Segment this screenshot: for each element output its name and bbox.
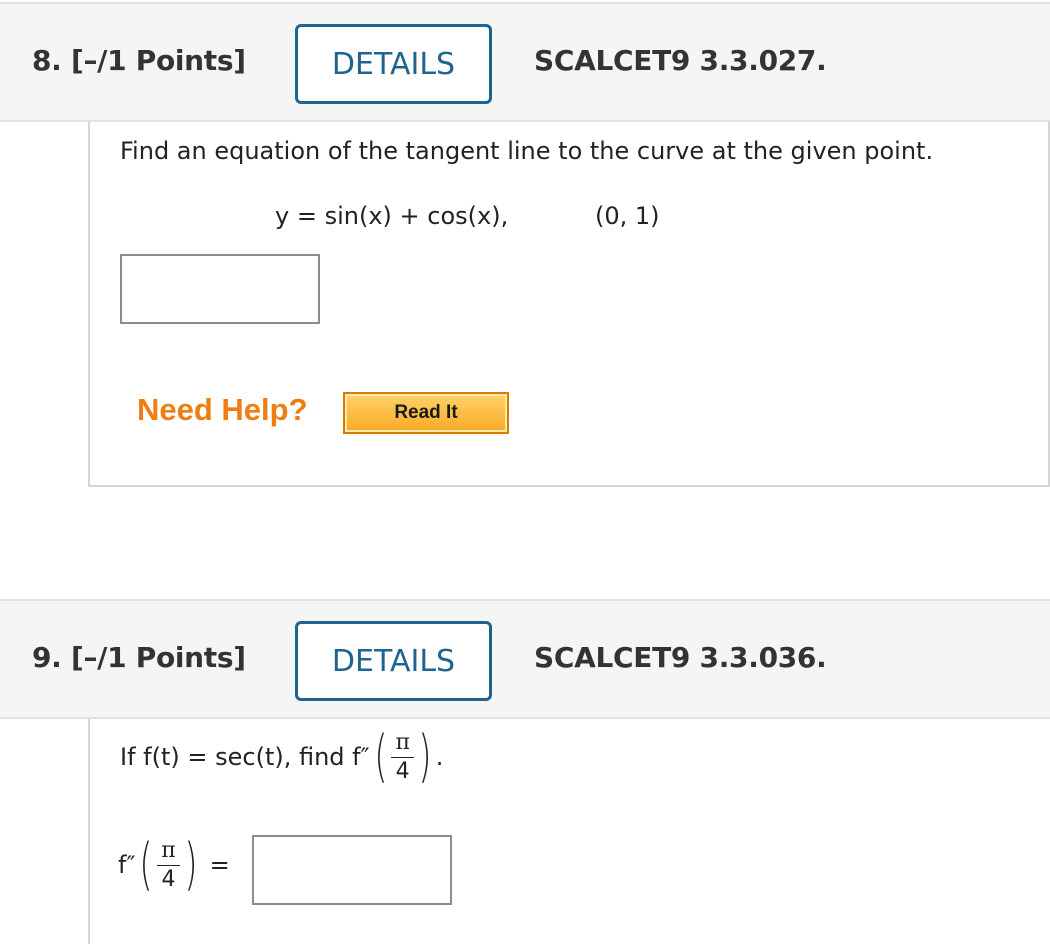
answer-fraction-numerator: π bbox=[161, 837, 176, 863]
answer-equals-sign: = bbox=[209, 851, 230, 879]
question-9-answer-input[interactable] bbox=[252, 835, 452, 905]
question-8-number-points: 8. [–/1 Points] bbox=[32, 44, 246, 77]
question-9-code: SCALCET9 3.3.036. bbox=[534, 641, 827, 674]
question-9-answer-label: f″ ( π 4 ) = bbox=[118, 837, 230, 893]
close-paren-glyph: ) bbox=[184, 832, 198, 897]
question-8-point: (0, 1) bbox=[595, 202, 660, 230]
answer-label-function: f″ bbox=[118, 851, 136, 879]
question-9-prompt: If f(t) = sec(t), find f″ ( π 4 ) . bbox=[120, 729, 443, 785]
question-9-prompt-suffix: . bbox=[435, 743, 444, 771]
question-8-prompt: Find an equation of the tangent line to … bbox=[120, 137, 934, 165]
answer-fraction-denominator: 4 bbox=[161, 866, 176, 892]
question-9-body: If f(t) = sec(t), find f″ ( π 4 ) . f″ (… bbox=[88, 719, 1050, 944]
open-paren-glyph: ( bbox=[139, 832, 153, 897]
question-9-details-button[interactable]: DETAILS bbox=[295, 621, 492, 701]
question-9-fraction: π 4 bbox=[391, 729, 414, 784]
question-8-code: SCALCET9 3.3.027. bbox=[534, 44, 827, 77]
question-9-header: 9. [–/1 Points] DETAILS SCALCET9 3.3.036… bbox=[0, 599, 1050, 719]
question-8-details-button[interactable]: DETAILS bbox=[295, 24, 492, 104]
open-paren-glyph: ( bbox=[373, 724, 388, 789]
close-paren-glyph: ) bbox=[418, 724, 432, 789]
question-9-number-points: 9. [–/1 Points] bbox=[32, 641, 246, 674]
fraction-numerator: π bbox=[395, 729, 410, 755]
question-9-prompt-prefix: If f(t) = sec(t), find f″ bbox=[120, 743, 370, 771]
fraction-denominator: 4 bbox=[395, 758, 410, 784]
question-8-answer-input[interactable] bbox=[120, 254, 320, 324]
question-8-body: Find an equation of the tangent line to … bbox=[88, 122, 1050, 487]
question-8-equation: y = sin(x) + cos(x), bbox=[275, 202, 509, 230]
question-8-header: 8. [–/1 Points] DETAILS SCALCET9 3.3.027… bbox=[0, 2, 1050, 122]
question-8-read-it-button[interactable]: Read It bbox=[343, 392, 509, 434]
answer-label-fraction: π 4 bbox=[157, 837, 180, 892]
question-8-need-help-label: Need Help? bbox=[137, 392, 308, 427]
